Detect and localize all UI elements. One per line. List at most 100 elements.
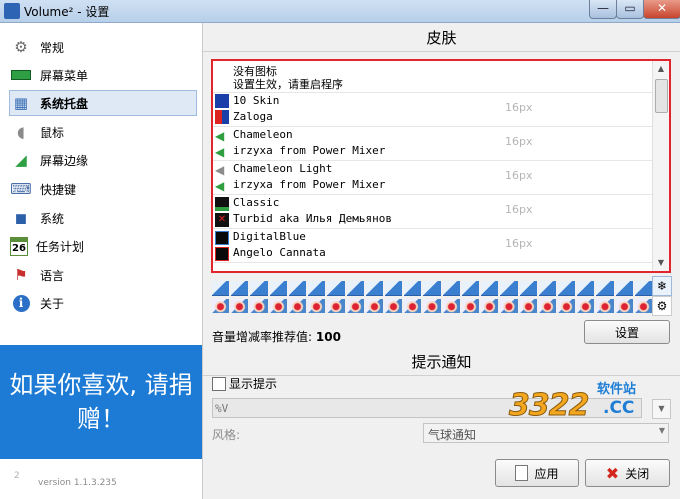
sidebar-item-mouse[interactable]: ◖ 鼠标 <box>10 120 196 144</box>
skin-name: 10 Skin <box>233 94 280 107</box>
skin-10-icon <box>215 94 229 108</box>
language-flag-icon: ⚑ <box>14 266 28 284</box>
system-tray-icon: ▦ <box>13 94 29 112</box>
watermark-logo: 软件站 3322 .CC <box>509 382 637 424</box>
skin-list-scrollbar[interactable]: ▲ ▼ <box>652 61 669 271</box>
format-dropdown-icon[interactable]: ▼ <box>652 399 671 419</box>
skin-size: 16px <box>505 203 533 216</box>
skin-name: Classic <box>233 196 280 209</box>
donate-banner[interactable]: 如果你喜欢, 请捐赠！ <box>0 345 202 459</box>
sidebar-item-general[interactable]: ⚙ 常规 <box>10 35 196 59</box>
close-window-button[interactable]: ✕ <box>643 0 680 19</box>
volume-level-preview-strip <box>212 281 653 296</box>
digital-blue-muted-icon <box>215 247 229 261</box>
list-item[interactable]: ✕ Classic Turbid aka Илья Демьянов 16px <box>213 194 655 229</box>
sidebar-item-label: 屏幕边缘 <box>40 153 89 168</box>
list-item[interactable]: ◀ ◀ Chameleon irzyxa from Power Mixer 16… <box>213 126 655 161</box>
system-icon: ◼ <box>14 209 28 227</box>
skin-author: irzyxa from Power Mixer <box>233 178 386 191</box>
style-label: 风格: <box>212 428 241 442</box>
notify-section-heading: 提示通知 <box>203 349 680 376</box>
gear-icon[interactable]: ⚙ <box>652 296 672 316</box>
version-logo: 2 <box>14 471 20 481</box>
apply-button[interactable]: 应用 <box>495 459 579 487</box>
hotkey-icon: ⌨ <box>10 180 32 198</box>
speaker-icon: ◀ <box>215 129 225 143</box>
settings-button[interactable]: 设置 <box>584 320 670 344</box>
sidebar-item-schedule[interactable]: 26 任务计划 <box>10 234 196 258</box>
sidebar-item-language[interactable]: ⚑ 语言 <box>10 263 196 287</box>
sidebar-item-label: 系统托盘 <box>40 96 89 111</box>
snowflake-icon[interactable]: ❄ <box>652 276 672 296</box>
skin-author: Turbid aka Илья Демьянов <box>233 212 392 225</box>
recommended-rate-value: 100 <box>315 330 341 344</box>
document-icon <box>515 465 529 481</box>
version-label: version 1.1.3.235 <box>38 478 117 488</box>
sidebar-item-label: 任务计划 <box>36 239 85 254</box>
skin-author: irzyxa from Power Mixer <box>233 144 386 157</box>
sidebar-item-system-tray[interactable]: ▦ 系统托盘 <box>9 90 197 116</box>
window-title: Volume² - 设置 <box>24 5 110 19</box>
style-select-value: 气球通知 <box>428 428 477 442</box>
list-item[interactable]: DigitalBlue Angelo Cannata 16px <box>213 228 655 263</box>
sidebar-item-label: 关于 <box>40 296 65 311</box>
sidebar-item-label: 快捷键 <box>40 182 77 197</box>
main-panel: 皮肤 没有图标 设置生效，请重启程序 10 Skin Zaloga 16px ◀… <box>203 23 680 499</box>
sidebar-item-label: 系统 <box>40 211 65 226</box>
sidebar-item-screen-menu[interactable]: 屏幕菜单 <box>10 63 196 87</box>
sidebar-item-screen-edge[interactable]: ◢ 屏幕边缘 <box>10 148 196 172</box>
speaker-muted-icon: ◀ <box>215 179 225 193</box>
sidebar-item-label: 常规 <box>40 40 65 55</box>
scroll-down-icon[interactable]: ▼ <box>653 255 669 271</box>
skin-author: Zaloga <box>233 110 273 123</box>
show-hint-label: 显示提示 <box>229 377 278 391</box>
minimize-button[interactable]: — <box>589 0 617 19</box>
chevron-down-icon: ▼ <box>658 426 665 435</box>
sidebar-item-label: 语言 <box>40 268 65 283</box>
skin-size: 16px <box>505 101 533 114</box>
sidebar-item-label: 屏幕菜单 <box>40 68 89 83</box>
list-item[interactable]: 10 Skin Zaloga 16px <box>213 92 655 127</box>
skin-list[interactable]: 没有图标 设置生效，请重启程序 10 Skin Zaloga 16px ◀ ◀ … <box>211 59 671 273</box>
close-icon: ✖ <box>605 463 620 483</box>
show-hint-row[interactable]: 显示提示 <box>212 375 277 392</box>
digital-blue-icon <box>215 231 229 245</box>
list-item-no-icon[interactable]: 没有图标 设置生效，请重启程序 <box>213 61 655 93</box>
scroll-up-icon[interactable]: ▲ <box>653 61 669 77</box>
close-button-label: 关闭 <box>625 466 650 481</box>
maximize-button[interactable]: ▭ <box>616 0 644 19</box>
speaker-icon: ◀ <box>215 163 225 177</box>
skin-author: Angelo Cannata <box>233 246 326 259</box>
show-hint-checkbox[interactable] <box>212 376 226 391</box>
screen-edge-icon: ◢ <box>15 151 27 169</box>
classic-skin-icon <box>215 197 229 211</box>
recommended-rate: 音量增减率推荐值: 100 <box>212 328 341 345</box>
volume-muted-preview-strip <box>212 299 653 313</box>
list-item[interactable]: ◀ ◀ Chameleon Light irzyxa from Power Mi… <box>213 160 655 195</box>
speaker-muted-icon: ◀ <box>215 145 225 159</box>
skin-10-icon <box>215 110 229 124</box>
sidebar-item-label: 鼠标 <box>40 125 65 140</box>
close-button[interactable]: ✖ 关闭 <box>585 459 670 487</box>
skin-size: 16px <box>505 135 533 148</box>
skin-size: 16px <box>505 237 533 250</box>
skin-size: 16px <box>505 169 533 182</box>
app-icon <box>4 3 20 19</box>
info-icon: i <box>10 293 32 313</box>
apply-button-label: 应用 <box>534 466 559 481</box>
screen-menu-icon <box>10 65 32 85</box>
classic-muted-icon: ✕ <box>215 213 229 227</box>
sidebar-item-hotkey[interactable]: ⌨ 快捷键 <box>10 177 196 201</box>
title-bar: Volume² - 设置 — ▭ ✕ <box>0 0 680 23</box>
sidebar-item-system[interactable]: ◼ 系统 <box>10 206 196 230</box>
sidebar-item-about[interactable]: i 关于 <box>10 291 196 315</box>
scroll-thumb[interactable] <box>655 79 668 113</box>
skin-section-heading: 皮肤 <box>203 25 680 52</box>
mouse-icon: ◖ <box>17 123 25 141</box>
sidebar: ⚙ 常规 屏幕菜单 ▦ 系统托盘 ◖ 鼠标 ◢ 屏幕边缘 ⌨ 快捷键 ◼ 系统 … <box>0 23 203 499</box>
skin-name: Chameleon Light <box>233 162 333 175</box>
calendar-icon: 26 <box>10 236 28 256</box>
gears-icon: ⚙ <box>14 38 28 56</box>
skin-name: DigitalBlue <box>233 230 306 243</box>
skin-name: Chameleon <box>233 128 293 141</box>
